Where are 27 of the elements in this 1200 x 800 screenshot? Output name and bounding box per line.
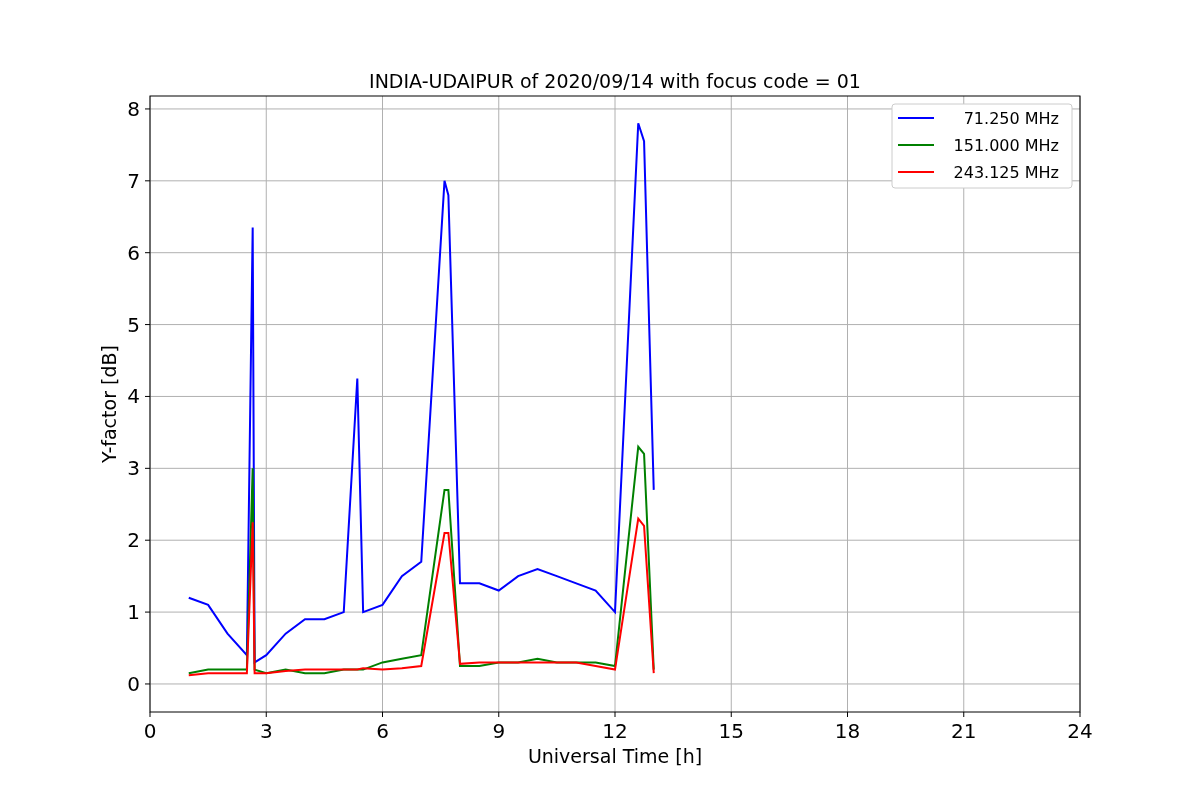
y-axis-label: Y-factor [dB] bbox=[98, 345, 120, 463]
y-tick-label: 1 bbox=[127, 600, 140, 625]
y-tick-label: 3 bbox=[127, 456, 140, 481]
legend-label: 243.125 MHz bbox=[953, 163, 1059, 182]
x-axis-label: Universal Time [h] bbox=[527, 745, 703, 767]
y-tick-label: 8 bbox=[127, 96, 140, 121]
chart-title: INDIA-UDAIPUR of 2020/09/14 with focus code = 01 bbox=[369, 70, 861, 92]
y-tick-label: 5 bbox=[127, 312, 140, 337]
y-tick-label: 4 bbox=[127, 384, 140, 409]
x-tick-label: 0 bbox=[143, 719, 157, 743]
x-tick-label: 15 bbox=[718, 719, 744, 743]
y-tick-label: 2 bbox=[127, 528, 140, 553]
legend-line-icon bbox=[897, 117, 935, 119]
legend-label: 151.000 MHz bbox=[953, 136, 1059, 155]
x-tick-label: 24 bbox=[1067, 719, 1093, 743]
x-tick-label: 3 bbox=[259, 719, 273, 743]
legend-label: 71.250 MHz bbox=[963, 109, 1059, 128]
y-tick-label: 0 bbox=[127, 671, 140, 696]
x-tick-label: 12 bbox=[602, 719, 628, 743]
x-tick-label: 6 bbox=[376, 719, 389, 743]
x-tick-label: 18 bbox=[834, 719, 861, 743]
legend-line-icon bbox=[897, 144, 935, 146]
x-tick-label: 21 bbox=[951, 719, 977, 743]
y-tick-label: 6 bbox=[127, 240, 140, 265]
legend-line-icon bbox=[897, 171, 935, 173]
x-tick-label: 9 bbox=[492, 719, 506, 743]
y-tick-label: 7 bbox=[127, 168, 140, 193]
